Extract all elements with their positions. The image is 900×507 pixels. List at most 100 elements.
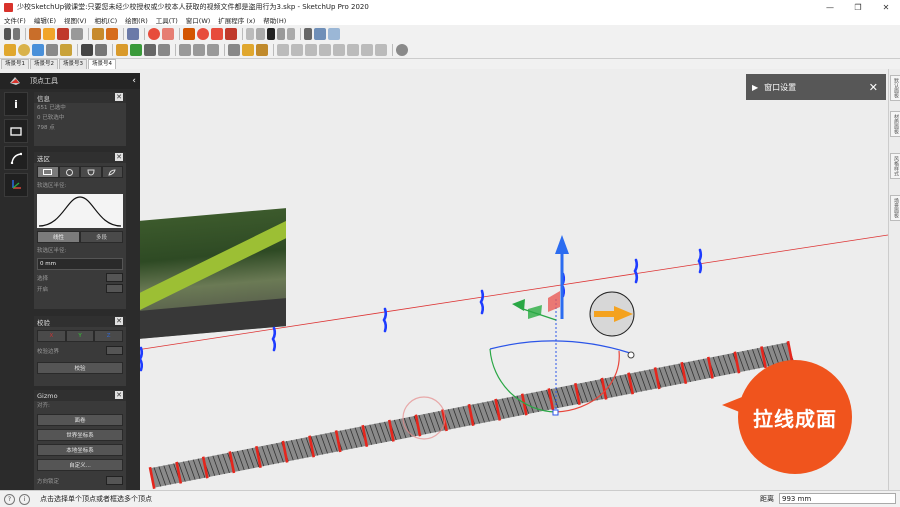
- image-icon[interactable]: [144, 44, 156, 56]
- target-icon[interactable]: [328, 27, 340, 40]
- collapse-panel-button[interactable]: ‹: [132, 76, 136, 86]
- tab-scene-4[interactable]: 场景号4: [88, 59, 116, 69]
- minimize-button[interactable]: —: [816, 0, 844, 14]
- menu-help[interactable]: 帮助(H): [259, 15, 290, 25]
- sphere-icon[interactable]: [18, 44, 30, 56]
- view-front-icon[interactable]: [277, 44, 289, 56]
- folder-icon[interactable]: [211, 27, 223, 40]
- gizmo-z-arrow-head[interactable]: [555, 235, 569, 254]
- option-1-checkbox[interactable]: [106, 273, 123, 282]
- close-icon[interactable]: ✕: [115, 317, 123, 325]
- layers-icon[interactable]: [314, 27, 326, 40]
- tab-linear[interactable]: 线性: [37, 231, 80, 243]
- falloff-curve-box[interactable]: [37, 194, 123, 228]
- radius-input[interactable]: 0 mm: [37, 258, 123, 270]
- tab-polyline[interactable]: 多段: [80, 231, 123, 243]
- box-icon[interactable]: [60, 44, 72, 56]
- globe-icon[interactable]: [396, 44, 408, 56]
- camera-icon[interactable]: [228, 44, 240, 56]
- ship-icon[interactable]: [32, 44, 44, 56]
- menu-draw[interactable]: 绘图(R): [121, 15, 152, 25]
- scale-icon[interactable]: [207, 44, 219, 56]
- save-icon[interactable]: [267, 27, 275, 40]
- axis-z-button[interactable]: Z: [94, 330, 124, 342]
- blue-guide-curve[interactable]: [697, 248, 703, 274]
- light-icon[interactable]: [242, 44, 254, 56]
- lock-checkbox[interactable]: [106, 476, 123, 485]
- menu-tools[interactable]: 工具(T): [152, 15, 182, 25]
- view-left-icon[interactable]: [347, 44, 359, 56]
- lasso-tool-icon[interactable]: [13, 27, 20, 40]
- maximize-button[interactable]: ❐: [844, 0, 872, 14]
- rectangle-select-button[interactable]: [4, 119, 28, 143]
- info-tool-button[interactable]: i: [4, 92, 28, 116]
- car-icon[interactable]: [81, 44, 93, 56]
- tab-default-tray[interactable]: 默认面板: [890, 75, 900, 101]
- tag-icon[interactable]: [256, 44, 268, 56]
- axes-tool-button[interactable]: [4, 173, 28, 197]
- tab-materials[interactable]: 材质面板: [890, 111, 900, 137]
- play-icon[interactable]: [43, 27, 55, 40]
- blue-guide-curve[interactable]: [479, 289, 485, 315]
- tab-styles[interactable]: 风格样式: [890, 153, 900, 179]
- pencil-icon[interactable]: [95, 44, 107, 56]
- paint-shape-button[interactable]: [101, 166, 123, 178]
- gizmo-bottom-handle[interactable]: [552, 409, 559, 416]
- cut-icon[interactable]: [277, 27, 285, 40]
- component-icon[interactable]: [4, 44, 16, 56]
- menu-window[interactable]: 窗口(W): [182, 15, 215, 25]
- align-face-button[interactable]: 面卷: [37, 414, 123, 426]
- sound-icon[interactable]: [158, 44, 170, 56]
- blue-guide-curve[interactable]: [633, 258, 639, 284]
- open-file-icon[interactable]: [256, 27, 265, 40]
- coiled-rod[interactable]: [148, 340, 794, 490]
- gizmo-x-arrow-shaft[interactable]: [594, 311, 614, 317]
- validate-button[interactable]: 校验: [37, 362, 123, 374]
- close-icon[interactable]: ✕: [115, 153, 123, 161]
- section-icon[interactable]: [193, 44, 205, 56]
- close-window-button[interactable]: ✕: [872, 0, 900, 14]
- measurement-input[interactable]: 993 mm: [779, 493, 896, 504]
- view-side-icon[interactable]: [305, 44, 317, 56]
- leaf-icon[interactable]: [130, 44, 142, 56]
- view-back-icon[interactable]: [319, 44, 331, 56]
- info-circle-icon[interactable]: i: [19, 493, 30, 505]
- help-icon[interactable]: ?: [4, 493, 15, 505]
- close-icon[interactable]: ✕: [115, 93, 123, 101]
- shield-icon[interactable]: [116, 44, 128, 56]
- document-icon[interactable]: [246, 27, 254, 40]
- walk-icon[interactable]: [106, 27, 118, 40]
- grid-icon[interactable]: [162, 27, 174, 40]
- gizmo-green-plane[interactable]: [528, 305, 542, 319]
- rotate-icon[interactable]: [197, 27, 209, 40]
- axis-y-button[interactable]: Y: [65, 330, 95, 342]
- axis-x-button[interactable]: X: [37, 330, 66, 342]
- blue-guide-curve[interactable]: [138, 346, 144, 372]
- tray-expand-chevron-icon[interactable]: ▶: [752, 83, 758, 92]
- tab-scene-2[interactable]: 场景号2: [30, 59, 58, 69]
- folder-open-icon[interactable]: [287, 27, 295, 40]
- lasso-shape-button[interactable]: [80, 166, 102, 178]
- rect-shape-button[interactable]: [37, 166, 59, 178]
- view-top-icon[interactable]: [291, 44, 303, 56]
- view-bottom-icon[interactable]: [375, 44, 387, 56]
- local-axes-button[interactable]: 本地坐标系: [37, 444, 123, 456]
- tab-scene-1[interactable]: 场景号1: [1, 59, 29, 69]
- menu-view[interactable]: 视图(V): [60, 15, 91, 25]
- menu-file[interactable]: 文件(F): [0, 15, 30, 25]
- step-back-icon[interactable]: [57, 27, 69, 40]
- custom-axes-button[interactable]: 自定义...: [37, 459, 123, 471]
- move-tool-icon[interactable]: [29, 27, 41, 40]
- curve-tool-button[interactable]: [4, 146, 28, 170]
- menu-edit[interactable]: 编辑(E): [30, 15, 60, 25]
- warehouse-icon[interactable]: [225, 27, 237, 40]
- gizmo-right-handle[interactable]: [627, 351, 635, 359]
- settings-gear-icon[interactable]: [148, 27, 160, 40]
- expand-icon[interactable]: [304, 27, 312, 40]
- tray-close-button[interactable]: ✕: [869, 81, 878, 94]
- print-icon[interactable]: [127, 27, 139, 40]
- gizmo-blue-arc[interactable]: [489, 340, 631, 354]
- select-tool-icon[interactable]: [4, 27, 11, 40]
- bounds-checkbox[interactable]: [106, 346, 123, 355]
- tab-scenes[interactable]: 场景面板: [890, 195, 900, 221]
